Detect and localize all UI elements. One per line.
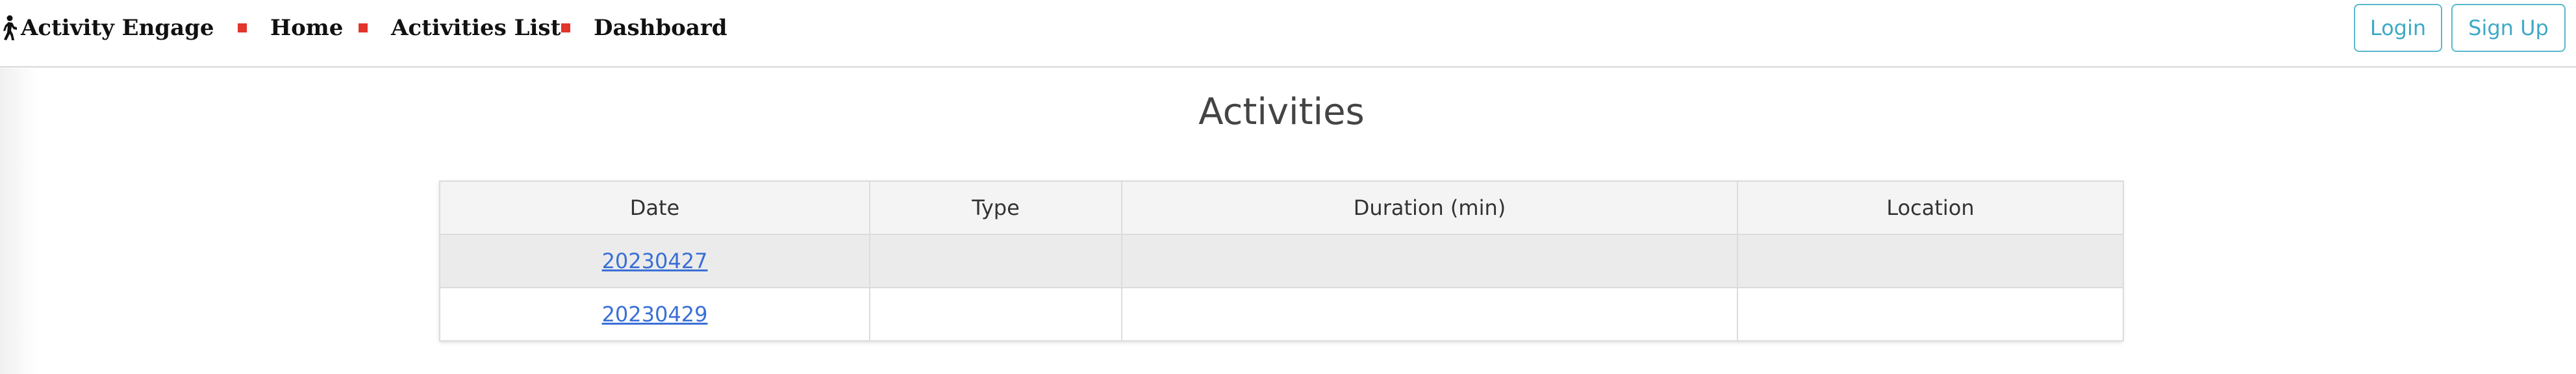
date-cell: 20230429 [439, 287, 870, 342]
nav-bullet [561, 23, 570, 32]
login-button[interactable]: Login [2354, 4, 2442, 52]
column-header-date: Date [439, 181, 870, 235]
type-cell [869, 234, 1122, 288]
activity-date-link[interactable]: 20230429 [602, 302, 708, 327]
table-row: 20230427 [439, 234, 2124, 288]
nav-bullet [359, 23, 368, 32]
activities-table: Date Type Duration (min) Location 202304… [439, 181, 2124, 342]
nav-item-label: Activities List [391, 15, 561, 41]
brand[interactable]: Activity Engage [0, 12, 214, 44]
nav-item-label: Home [270, 15, 344, 41]
nav-item-label: Dashboard [594, 15, 727, 41]
table-header-row: Date Type Duration (min) Location [439, 181, 2124, 235]
brand-name: Activity Engage [21, 15, 214, 41]
column-header-duration: Duration (min) [1121, 181, 1738, 235]
nav-item-activities-list[interactable]: Activities List [359, 12, 561, 44]
table-row: 20230429 [439, 287, 2124, 342]
nav-item-dashboard[interactable]: Dashboard [561, 12, 727, 44]
page: Activity Engage Home Activities List Das… [0, 0, 2576, 374]
nav-item-home[interactable]: Home [238, 12, 343, 44]
date-cell: 20230427 [439, 234, 870, 288]
page-title: Activities [1198, 91, 1365, 133]
duration-cell [1121, 234, 1738, 288]
activities-table-container: Date Type Duration (min) Location 202304… [439, 181, 2124, 342]
walking-person-icon [3, 15, 17, 40]
duration-cell [1121, 287, 1738, 342]
signup-button[interactable]: Sign Up [2451, 4, 2566, 52]
nav-bullet [238, 23, 247, 32]
activity-date-link[interactable]: 20230427 [602, 249, 708, 273]
type-cell [869, 287, 1122, 342]
column-header-type: Type [869, 181, 1122, 235]
location-cell [1737, 234, 2124, 288]
column-header-location: Location [1737, 181, 2124, 235]
navbar: Activity Engage Home Activities List Das… [0, 0, 2576, 68]
location-cell [1737, 287, 2124, 342]
